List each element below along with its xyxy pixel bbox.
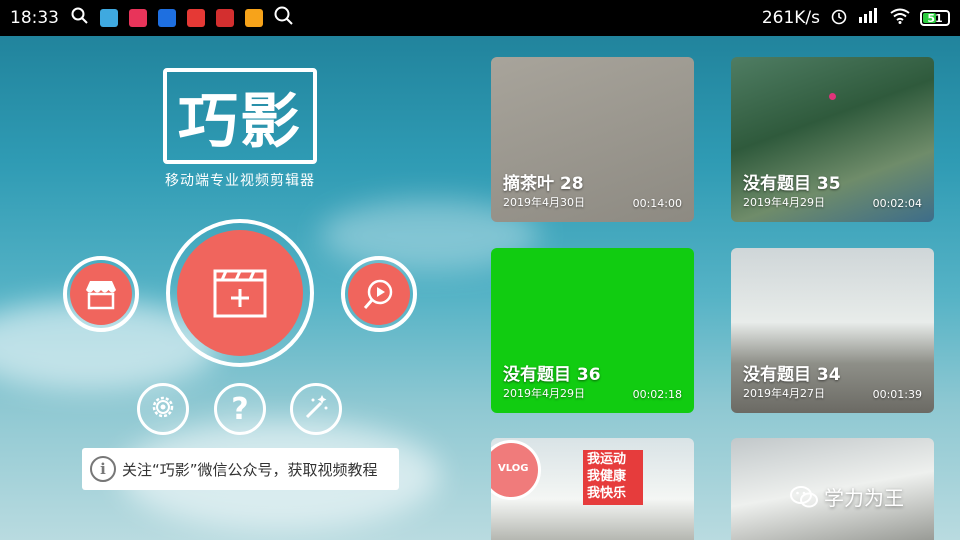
asset-store-button[interactable] (63, 256, 139, 332)
app-logo: 巧影 (163, 68, 317, 164)
app-logo-title: 巧影 (178, 86, 302, 157)
play-search-icon (348, 263, 410, 325)
project-duration: 00:02:04 (872, 197, 922, 210)
project-card[interactable]: VLOG 我运动 我健康 我快乐 (491, 438, 694, 540)
wechat-watermark: 学力为王 (790, 482, 904, 511)
help-button[interactable]: ? (214, 383, 266, 435)
project-card[interactable]: 摘茶叶 28 2019年4月30日 00:14:00 (491, 57, 694, 222)
search-icon (71, 7, 89, 30)
vlog-text: VLOG (498, 463, 529, 474)
search-icon-2 (274, 6, 294, 31)
thumbnail-sticker: 我运动 我健康 我快乐 (583, 450, 643, 505)
app-icon-blue (100, 9, 118, 27)
yellow-app-icon (245, 9, 263, 27)
wechat-notice-banner[interactable]: i 关注“巧影”微信公众号，获取视频教程 (82, 448, 399, 490)
video-app-icon (158, 9, 176, 27)
status-time: 18:33 (10, 8, 59, 28)
net-speed: 261K/s (761, 8, 820, 28)
sticker-line: 我快乐 (587, 485, 627, 501)
project-duration: 00:14:00 (632, 197, 682, 210)
status-right: 261K/s 51 (762, 7, 950, 30)
project-title: 没有题目 34 (743, 365, 841, 385)
project-date: 2019年4月27日 (743, 387, 825, 400)
project-date: 2019年4月29日 (743, 196, 825, 209)
new-project-button[interactable] (166, 219, 314, 367)
store-icon (70, 263, 132, 325)
sticker-line: 我健康 (587, 468, 627, 484)
project-title: 摘茶叶 28 (503, 174, 584, 194)
project-duration: 00:02:18 (632, 388, 682, 401)
magic-wand-icon (301, 392, 331, 426)
sticker-line: 我运动 (587, 452, 627, 467)
vlog-badge: VLOG (491, 440, 541, 500)
magic-button[interactable] (290, 383, 342, 435)
help-icon: ? (231, 391, 249, 427)
new-project-clapper-icon (177, 230, 303, 356)
notice-text: 关注“巧影”微信公众号，获取视频教程 (122, 460, 378, 479)
project-date: 2019年4月29日 (503, 387, 585, 400)
signal-icon (858, 7, 880, 29)
settings-button[interactable] (137, 383, 189, 435)
media-browser-button[interactable] (341, 256, 417, 332)
project-duration: 00:01:39 (872, 388, 922, 401)
watermark-text: 学力为王 (824, 486, 904, 510)
project-date: 2019年4月30日 (503, 196, 585, 209)
app-subtitle: 移动端专业视频剪辑器 (165, 173, 315, 189)
status-bar: 18:33 261K/s 51 (0, 0, 960, 36)
gear-icon (148, 392, 178, 426)
thumbnail-marker (829, 93, 836, 100)
battery-level: 51 (927, 11, 943, 25)
project-title: 没有题目 36 (503, 365, 601, 385)
project-card[interactable]: 没有题目 35 2019年4月29日 00:02:04 (731, 57, 934, 222)
news-app-icon (187, 9, 205, 27)
alarm-icon (830, 7, 848, 30)
project-card[interactable]: 没有题目 34 2019年4月27日 00:01:39 (731, 248, 934, 413)
info-icon: i (90, 456, 116, 482)
project-card[interactable]: 没有题目 36 2019年4月29日 00:02:18 (491, 248, 694, 413)
project-title: 没有题目 35 (743, 174, 841, 194)
app-icon-red (129, 9, 147, 27)
news-app-icon-2 (216, 9, 234, 27)
battery-icon: 51 (920, 10, 950, 26)
wifi-icon (890, 8, 910, 29)
wechat-icon (790, 485, 818, 509)
